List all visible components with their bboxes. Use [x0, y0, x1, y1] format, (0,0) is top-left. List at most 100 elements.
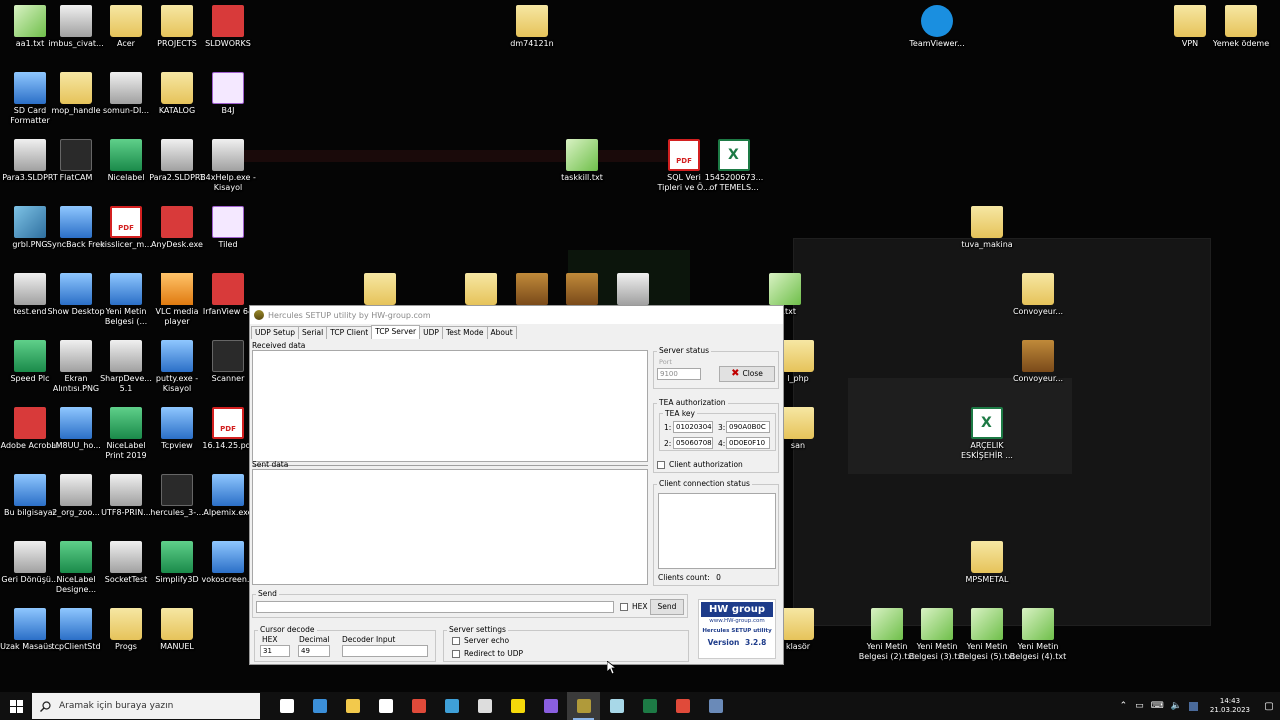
tea-key-1-input[interactable]: 01020304 [673, 421, 713, 433]
cursor-hex-field[interactable]: 31 [260, 645, 290, 657]
hex-label: HEX [632, 602, 648, 611]
taskbar-sticky-notes-button[interactable] [501, 692, 534, 720]
close-button[interactable]: ✖ Close [719, 366, 775, 382]
desktop-icon-label: 1545200673... of TEMELS... [704, 173, 764, 192]
red-file-icon [161, 206, 193, 238]
server-echo-checkbox[interactable]: Server echo [452, 636, 509, 645]
taskbar-chrome-button[interactable] [402, 692, 435, 720]
desktop-icon[interactable]: dm74121n [502, 5, 562, 49]
desktop-icon[interactable]: Yeni Metin Belgesi (4).txt [1008, 608, 1068, 662]
clients-count: Clients count: 0 [658, 573, 721, 582]
taskbar-maps-button[interactable] [534, 692, 567, 720]
decoder-input-field[interactable] [342, 645, 428, 657]
tray-app-icon[interactable] [1188, 701, 1198, 711]
desktop-icon[interactable]: 1545200673... of TEMELS... [704, 139, 764, 193]
taskbar-app-blue-button[interactable] [435, 692, 468, 720]
taskbar-excel-button[interactable] [633, 692, 666, 720]
taskbar-search-box[interactable]: Aramak için buraya yazın [32, 693, 260, 719]
green-file-icon [110, 407, 142, 439]
excel-icon [642, 699, 657, 713]
tab-tcp-server[interactable]: TCP Server [371, 325, 421, 339]
hex-check[interactable] [620, 603, 628, 611]
network-icon[interactable]: ▭ [1135, 701, 1144, 711]
box-file-icon [516, 273, 548, 305]
taskbar-apps [270, 692, 732, 720]
tab-tcp-client[interactable]: TCP Client [326, 326, 373, 339]
tab-about[interactable]: About [486, 326, 517, 339]
port-input[interactable]: 9100 [657, 368, 701, 380]
client-auth-check[interactable] [657, 461, 665, 469]
folder-file-icon [110, 608, 142, 640]
cursor-decimal-field[interactable]: 49 [298, 645, 330, 657]
taskbar-store-button[interactable] [369, 692, 402, 720]
desktop-icon[interactable]: taskkill.txt [552, 139, 612, 183]
send-input[interactable] [256, 601, 614, 613]
desktop-icon-label: dm74121n [510, 39, 554, 48]
desktop-icon[interactable]: Tiled [198, 206, 258, 250]
hw-group-logo[interactable]: HW group www.HW-group.com Hercules SETUP… [698, 599, 776, 659]
received-data-area[interactable] [252, 350, 648, 462]
tab-udp[interactable]: UDP [419, 326, 443, 339]
cursor-decode-label: Cursor decode [258, 625, 317, 634]
app-window-icon [708, 699, 723, 713]
redirect-udp-checkbox[interactable]: Redirect to UDP [452, 649, 523, 658]
tray-chevron-icon[interactable]: ⌃ [1120, 701, 1128, 711]
app-blue-icon [444, 699, 459, 713]
sent-data-area[interactable] [252, 469, 648, 585]
send-button[interactable]: Send [650, 599, 684, 615]
tea-key-4-input[interactable]: 0D0E0F10 [726, 437, 770, 449]
desktop-icon[interactable]: MANUEL [147, 608, 207, 652]
desktop-icon[interactable]: MPSMETAL [957, 541, 1017, 585]
edge-icon [312, 699, 327, 713]
desktop-icon[interactable]: Yemek ödeme [1211, 5, 1271, 49]
txt-file-icon [566, 139, 598, 171]
hercules-icon [576, 699, 591, 713]
blue-file-icon [60, 206, 92, 238]
start-button[interactable] [0, 692, 32, 720]
desktop-icon[interactable] [350, 273, 410, 307]
desktop-icon[interactable]: TeamViewer... [907, 5, 967, 49]
app-drum-icon [609, 699, 624, 713]
tab-serial[interactable]: Serial [298, 326, 328, 339]
title-bar[interactable]: Hercules SETUP utility by HW-group.com [250, 306, 783, 324]
notification-icon[interactable]: ▢ [1258, 701, 1280, 712]
volume-icon[interactable]: 🔈 [1171, 701, 1182, 711]
hercules-app-icon [254, 310, 264, 320]
desktop-icon[interactable]: SLDWORKS [198, 5, 258, 49]
redirect-udp-check[interactable] [452, 650, 460, 658]
desktop-icon[interactable]: Convoyeur... [1008, 340, 1068, 384]
taskbar-app-eagle-button[interactable] [468, 692, 501, 720]
tea-key-2-input[interactable]: 05060708 [673, 437, 713, 449]
desktop-icon[interactable] [603, 273, 663, 307]
taskbar-chrome-2-button[interactable] [666, 692, 699, 720]
hercules-window[interactable]: Hercules SETUP utility by HW-group.com U… [249, 305, 784, 665]
client-list[interactable] [658, 493, 776, 569]
grey-file-icon [14, 139, 46, 171]
client-authorization-checkbox[interactable]: Client authorization [657, 460, 743, 469]
splitter[interactable] [252, 465, 648, 466]
tab-test-mode[interactable]: Test Mode [441, 326, 488, 339]
desktop-icon[interactable]: tuva_makina [957, 206, 1017, 250]
taskbar-file-explorer-button[interactable] [336, 692, 369, 720]
desktop-icon-label: Convoyeur... [1012, 374, 1064, 383]
folder-file-icon [516, 5, 548, 37]
tea-key-3-input[interactable]: 090A0B0C [726, 421, 770, 433]
taskbar-edge-button[interactable] [303, 692, 336, 720]
tab-udp-setup[interactable]: UDP Setup [251, 326, 300, 339]
pdf-file-icon [110, 206, 142, 238]
desktop-icon[interactable]: ARÇELIK ESKİŞEHİR ... [957, 407, 1017, 461]
hex-checkbox[interactable]: HEX [620, 602, 648, 611]
server-echo-check[interactable] [452, 637, 460, 645]
taskbar-app-drum-button[interactable] [600, 692, 633, 720]
desktop-icon[interactable]: B4J [198, 72, 258, 116]
red-file-icon [14, 407, 46, 439]
taskbar-hercules-button[interactable] [567, 692, 600, 720]
desktop-icon-label: SLDWORKS [205, 39, 251, 48]
redirect-udp-label: Redirect to UDP [464, 649, 524, 658]
taskbar-task-view-button[interactable] [270, 692, 303, 720]
ime-icon[interactable]: ⌨ [1151, 701, 1164, 711]
taskbar-app-window-button[interactable] [699, 692, 732, 720]
desktop-icon[interactable]: Convoyeur... [1008, 273, 1068, 317]
clock[interactable]: 14:43 21.03.2023 [1210, 697, 1250, 715]
desktop-icon[interactable]: B4xHelp.exe - Kisayol [198, 139, 258, 193]
